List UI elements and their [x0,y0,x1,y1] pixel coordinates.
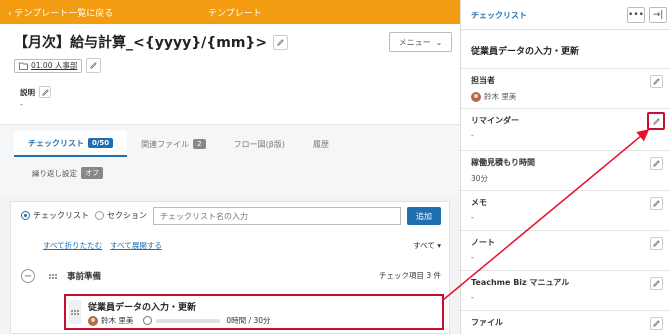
tab-history[interactable]: 履歴 [299,131,343,157]
description-value: - [20,100,23,109]
assignee-value: 鈴木 里美 [484,92,517,101]
edit-estimate-button[interactable] [650,157,663,170]
edit-title-button[interactable] [273,34,289,50]
title-row: 【月次】給与計算_<{yyyy}/{mm}> [14,32,289,52]
chevron-down-icon: ⌄ [435,37,443,47]
reminder-value: - [471,131,474,140]
section-name: 事前準備 [67,272,102,282]
more-options-button[interactable]: ••• [627,7,645,23]
repeat-toggle[interactable]: オフ [81,167,103,179]
section-row: − 事前準備 チェック項目 3 件 [21,266,441,286]
tab-bar: チェックリスト 0/50 関連ファイル 2 フロー図(β版) 履歴 [14,131,343,157]
estimate-section: 稼働見積もり時間 30分 [461,150,670,190]
tab-related-files[interactable]: 関連ファイル 2 [127,131,219,157]
time-progress-bar [156,318,221,323]
panel-item-name: 従業員データの入力・更新 [471,47,580,57]
top-bar-title: テンプレート [208,9,262,19]
folder-row: 01.00 人事部 [14,58,102,73]
back-to-templates-link[interactable]: ‹ テンプレート一覧に戻る [8,6,113,19]
drag-handle-icon[interactable] [49,273,57,279]
template-detail-pane: ‹ テンプレート一覧に戻る テンプレート 【月次】給与計算_<{yyyy}/{m… [0,0,460,334]
checklist-card: チェックリスト セクション 追加 すべて折りたたむ すべて展開する すべて ▾ … [10,201,450,334]
collapse-all-link[interactable]: すべて折りたたむ [43,240,102,251]
menu-button[interactable]: メニュー ⌄ [389,32,452,52]
avatar [471,91,481,102]
more-icon: ••• [628,10,644,20]
add-button[interactable]: 追加 [407,207,441,225]
radio-section[interactable] [95,211,104,220]
top-bar: ‹ テンプレート一覧に戻る テンプレート [0,0,460,24]
radio-checklist[interactable] [21,211,30,220]
checklist-count-badge: 0/50 [88,138,114,148]
checklist-content: チェックリスト セクション 追加 すべて折りたたむ すべて展開する すべて ▾ … [0,196,460,334]
edit-folder-button[interactable] [86,58,102,73]
edit-description-button[interactable] [39,86,51,98]
panel-header: チェックリスト ••• →| [461,0,670,30]
tab-checklist[interactable]: チェックリスト 0/50 [14,131,128,157]
description-label-row: 説明 [20,86,51,98]
note-section: ノート - [461,230,670,270]
drag-handle-icon[interactable] [69,300,81,324]
collapse-panel-icon: →| [652,10,664,20]
section-item-count: チェック項目 3 件 [378,271,441,280]
folder-icon [19,62,28,70]
expand-all-link[interactable]: すべて展開する [110,240,162,251]
tabs-area: チェックリスト 0/50 関連ファイル 2 フロー図(β版) 履歴 繰り返し設定… [0,124,460,196]
pencil-icon [277,38,284,46]
pencil-icon [653,78,660,85]
pencil-icon [652,117,660,125]
item-time: 0時間 / 30分 [226,316,271,325]
page-title: 【月次】給与計算_<{yyyy}/{mm}> [14,35,268,51]
pencil-icon [653,240,660,247]
clock-icon [143,316,153,325]
pencil-icon [41,88,49,96]
filter-dropdown[interactable]: すべて ▾ [413,240,441,251]
edit-file-button[interactable] [650,317,663,330]
repeat-setting: 繰り返し設定 オフ [32,167,103,179]
panel-title: チェックリスト [471,11,527,20]
edit-note-button[interactable] [650,237,663,250]
item-meta: 鈴木 里美 0時間 / 30分 [88,315,271,326]
item-name: 従業員データの入力・更新 [88,303,197,313]
manual-value: - [471,293,474,302]
tab-flow-diagram[interactable]: フロー図(β版) [220,131,299,157]
reminder-section: リマインダー - [461,108,670,150]
type-radio-group: チェックリスト セクション [21,210,147,221]
pencil-icon [653,320,660,327]
pencil-icon [90,62,98,69]
checklist-detail-panel: チェックリスト ••• →| 従業員データの入力・更新 担当者 鈴木 里美 リマ… [460,0,670,334]
manual-section: Teachme Biz マニュアル - [461,270,670,310]
checklist-item[interactable]: 従業員データの入力・更新 鈴木 里美 0時間 / 30分 [64,294,444,330]
pencil-icon [653,160,660,167]
memo-value: - [471,213,474,222]
edit-memo-button[interactable] [650,197,663,210]
file-section: ファイル [461,310,670,334]
avatar [88,315,98,326]
memo-section: メモ - [461,190,670,230]
file-count-badge: 2 [193,139,206,149]
estimate-value: 30分 [471,174,489,183]
item-assignee: 鈴木 里美 [101,316,134,325]
folder-link[interactable]: 01.00 人事部 [14,58,83,73]
checklist-name-input[interactable] [153,207,401,225]
edit-assignee-button[interactable] [650,75,663,88]
note-value: - [471,253,474,262]
expand-collapse-links: すべて折りたたむ すべて展開する [43,240,162,251]
edit-reminder-button[interactable] [647,112,665,130]
close-panel-button[interactable]: →| [649,7,667,23]
pencil-icon [653,280,660,287]
assignee-section: 担当者 鈴木 里美 [461,68,670,108]
edit-manual-button[interactable] [650,277,663,290]
collapse-section-button[interactable]: − [21,269,35,283]
pencil-icon [653,200,660,207]
